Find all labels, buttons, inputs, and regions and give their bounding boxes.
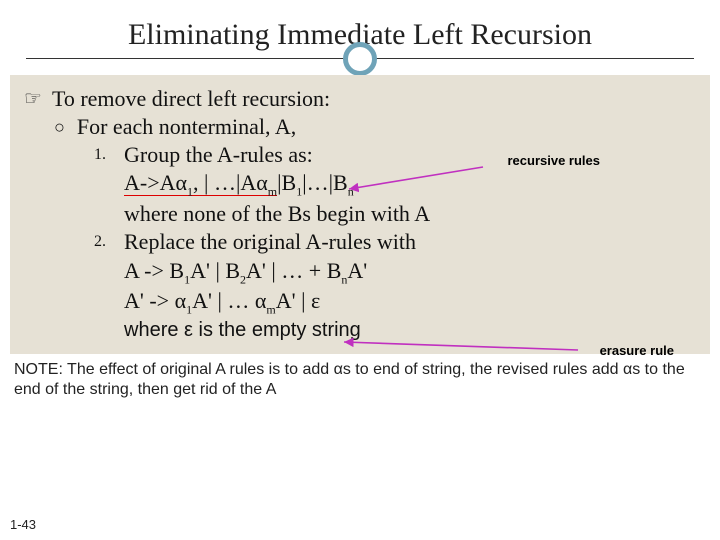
t: A -> B [124,258,184,283]
arrow-erasure [340,332,580,356]
annot-erasure: erasure rule [600,343,674,360]
step-2: 2. Replace the original A-rules with [94,228,696,256]
circle-bullet-icon: ○ [54,113,65,141]
bullet-level1: ☞ To remove direct left recursion: [24,85,696,113]
t: A' [347,258,367,283]
t: α [256,170,268,195]
t: m [266,303,275,317]
t: α [176,170,188,195]
t: , | …|A [193,170,256,195]
t: |B [277,170,296,195]
step-number: 1. [94,141,114,169]
t: A' | … α [192,288,266,313]
content-block: ☞ To remove direct left recursion: ○ For… [10,75,710,354]
slide: Eliminating Immediate Left Recursion ☞ T… [0,0,720,540]
page-number: 1-43 [10,517,36,532]
t: A' -> α [124,288,186,313]
step2-intro: Replace the original A-rules with [124,228,416,256]
t: m [268,185,277,199]
note-text: NOTE: The effect of original A rules is … [14,360,706,400]
step1-intro: Group the A-rules as: [124,141,313,169]
t: A' | … + B [246,258,341,283]
level2-text: For each nonterminal, A, [77,113,296,141]
hand-bullet-icon: ☞ [24,85,42,113]
step1-where: where none of the Bs begin with A [124,200,696,228]
divider [26,58,694,59]
step2-line1: A -> B1A' | B2A' | … + BnA' [124,257,696,288]
t: A' | B [190,258,240,283]
recursive-underline: A->Aα1, | …|Aαm [124,170,277,196]
level1-text: To remove direct left recursion: [52,85,330,113]
t: |…|B [302,170,347,195]
arrow-recursive [345,165,485,195]
step-number: 2. [94,228,114,256]
annot-recursive: recursive rules [507,153,600,170]
t: A' | ε [276,288,321,313]
bullet-level2: ○ For each nonterminal, A, [54,113,696,141]
step2-line2: A' -> α1A' | … αmA' | ε [124,287,696,318]
ring-ornament [343,42,377,76]
t: A->A [124,170,176,195]
